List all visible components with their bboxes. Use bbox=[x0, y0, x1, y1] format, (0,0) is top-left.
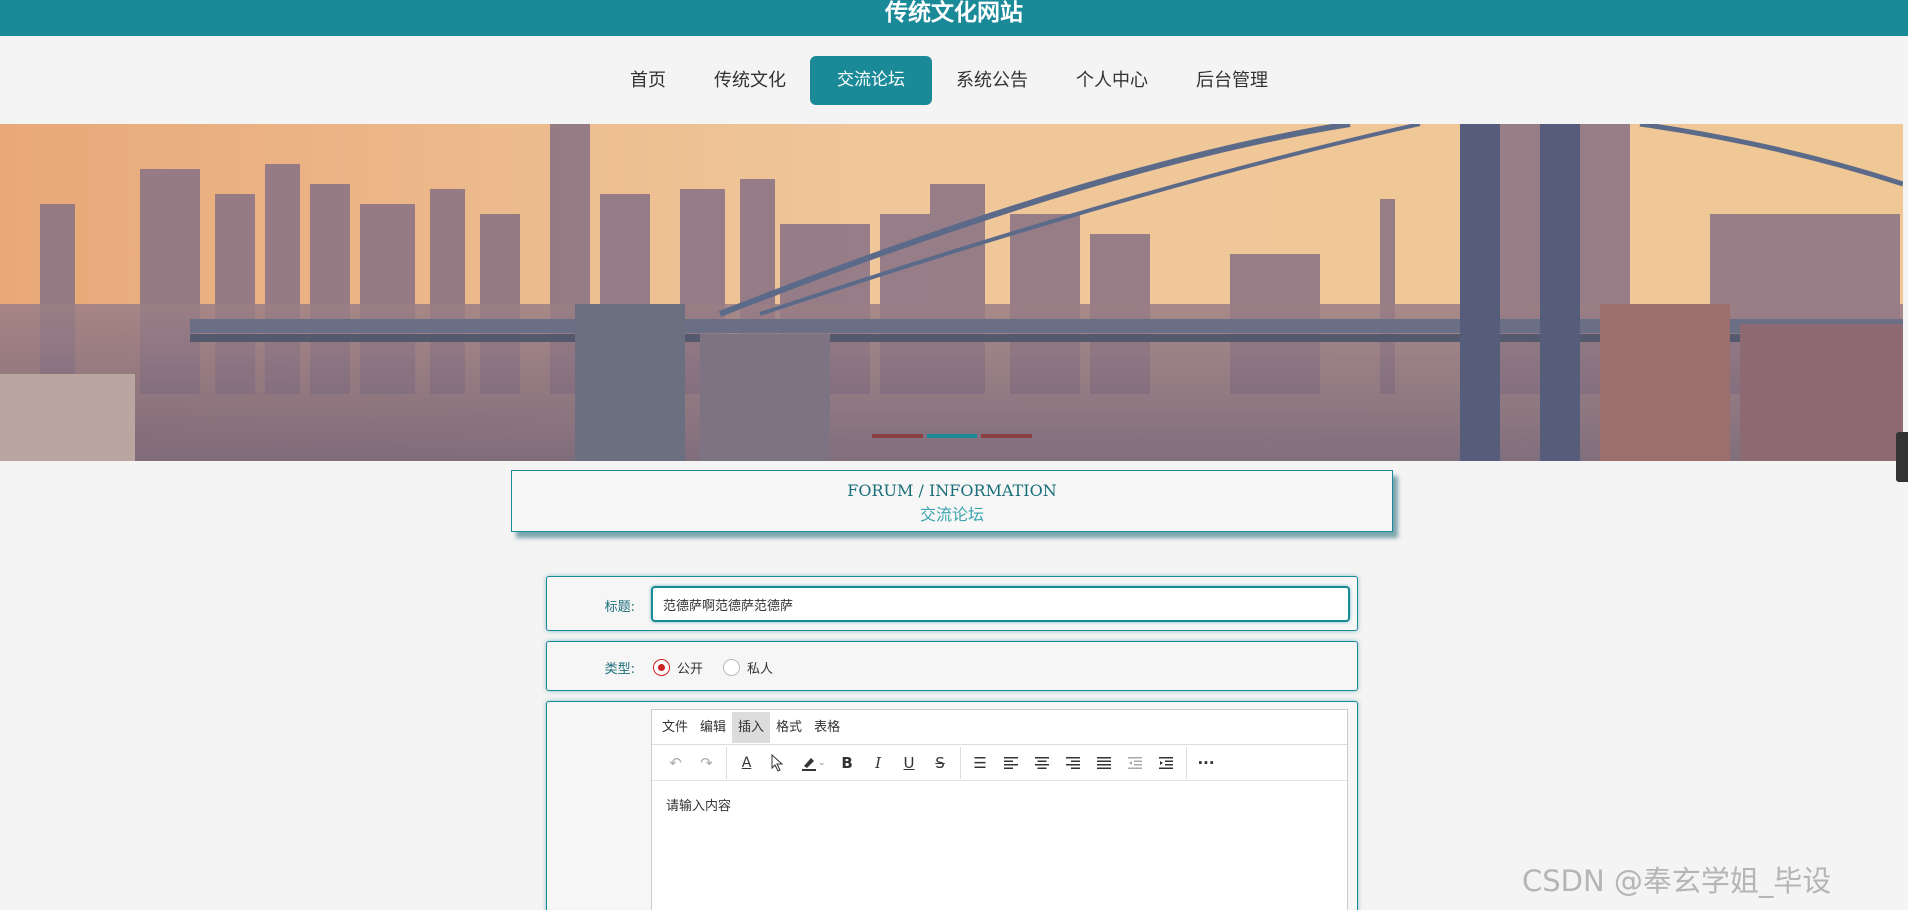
align-left-icon[interactable] bbox=[996, 749, 1027, 777]
banner-image bbox=[0, 124, 1903, 461]
watermark: CSDN @奉玄学姐_毕设 bbox=[1522, 864, 1832, 898]
type-radio-group: 公开 私人 bbox=[653, 658, 793, 677]
carousel-dot[interactable] bbox=[872, 434, 923, 438]
banner-carousel[interactable] bbox=[0, 124, 1903, 461]
menu-insert[interactable]: 插入 bbox=[732, 711, 771, 743]
text-color-icon[interactable]: A bbox=[731, 749, 762, 777]
form-row-type: 类型: 公开 私人 bbox=[546, 641, 1358, 691]
site-header: 传统文化网站 bbox=[0, 0, 1908, 36]
radio-private-label: 私人 bbox=[747, 662, 774, 677]
type-label: 类型: bbox=[604, 662, 635, 677]
carousel-dot[interactable] bbox=[981, 434, 1033, 438]
nav-item-forum[interactable]: 交流论坛 bbox=[810, 56, 932, 105]
carousel-dot-active[interactable] bbox=[926, 434, 978, 438]
radio-public-label: 公开 bbox=[677, 662, 704, 677]
form-row-content: 文件 编辑 插入 格式 表格 ↶ ↷ A ⌄ B I U S ☰ ··· 请输入… bbox=[546, 701, 1358, 910]
section-title-en: FORUM / INFORMATION bbox=[847, 481, 1057, 500]
editor-toolbar: ↶ ↷ A ⌄ B I U S ☰ ··· bbox=[652, 745, 1347, 781]
radio-private[interactable]: 私人 bbox=[723, 658, 773, 677]
redo-icon[interactable]: ↷ bbox=[691, 749, 722, 777]
indent-icon[interactable] bbox=[1151, 749, 1182, 777]
site-title: 传统文化网站 bbox=[885, 0, 1023, 26]
italic-icon[interactable]: I bbox=[863, 749, 894, 777]
align-center-icon[interactable] bbox=[1027, 749, 1058, 777]
nav-item-announcements[interactable]: 系统公告 bbox=[932, 56, 1052, 105]
main-nav: 首页 传统文化 交流论坛 系统公告 个人中心 后台管理 bbox=[0, 36, 1908, 124]
radio-public[interactable]: 公开 bbox=[653, 658, 703, 677]
editor-content[interactable]: 请输入内容 bbox=[652, 781, 1347, 828]
outdent-icon[interactable] bbox=[1120, 749, 1151, 777]
carousel-indicators bbox=[872, 434, 1033, 442]
editor-menubar: 文件 编辑 插入 格式 表格 bbox=[652, 710, 1347, 745]
side-float-tab[interactable] bbox=[1896, 432, 1908, 482]
title-input[interactable] bbox=[651, 586, 1350, 622]
toolbar-divider bbox=[1185, 746, 1187, 779]
radio-unchecked-icon[interactable] bbox=[723, 659, 741, 676]
align-right-icon[interactable] bbox=[1058, 749, 1089, 777]
section-header: FORUM / INFORMATION 交流论坛 bbox=[511, 470, 1393, 532]
underline-icon[interactable]: U bbox=[894, 749, 925, 777]
undo-icon[interactable]: ↶ bbox=[660, 749, 691, 777]
menu-format[interactable]: 格式 bbox=[770, 712, 808, 743]
form-row-title: 标题: bbox=[546, 576, 1358, 631]
title-label: 标题: bbox=[604, 600, 635, 615]
nav-item-personal-center[interactable]: 个人中心 bbox=[1052, 56, 1172, 105]
menu-table[interactable]: 表格 bbox=[808, 712, 846, 743]
toolbar-divider bbox=[959, 746, 961, 779]
more-icon[interactable]: ··· bbox=[1191, 749, 1222, 777]
nav-item-traditional-culture[interactable]: 传统文化 bbox=[690, 56, 810, 105]
nav-item-home[interactable]: 首页 bbox=[606, 56, 690, 105]
section-title-cn: 交流论坛 bbox=[919, 505, 984, 524]
chevron-down-icon[interactable]: ⌄ bbox=[818, 758, 826, 768]
toolbar-divider bbox=[726, 746, 727, 779]
cursor-pointer-icon bbox=[762, 749, 793, 777]
strikethrough-icon[interactable]: S bbox=[925, 749, 956, 777]
bold-icon[interactable]: B bbox=[832, 749, 863, 777]
menu-file[interactable]: 文件 bbox=[656, 712, 694, 743]
line-height-icon[interactable]: ☰ bbox=[965, 749, 996, 777]
nav-item-admin[interactable]: 后台管理 bbox=[1172, 56, 1292, 105]
radio-checked-icon[interactable] bbox=[653, 659, 670, 676]
align-justify-icon[interactable] bbox=[1089, 749, 1120, 777]
menu-edit[interactable]: 编辑 bbox=[694, 712, 732, 743]
rich-text-editor: 文件 编辑 插入 格式 表格 ↶ ↷ A ⌄ B I U S ☰ ··· 请输入… bbox=[651, 709, 1348, 910]
